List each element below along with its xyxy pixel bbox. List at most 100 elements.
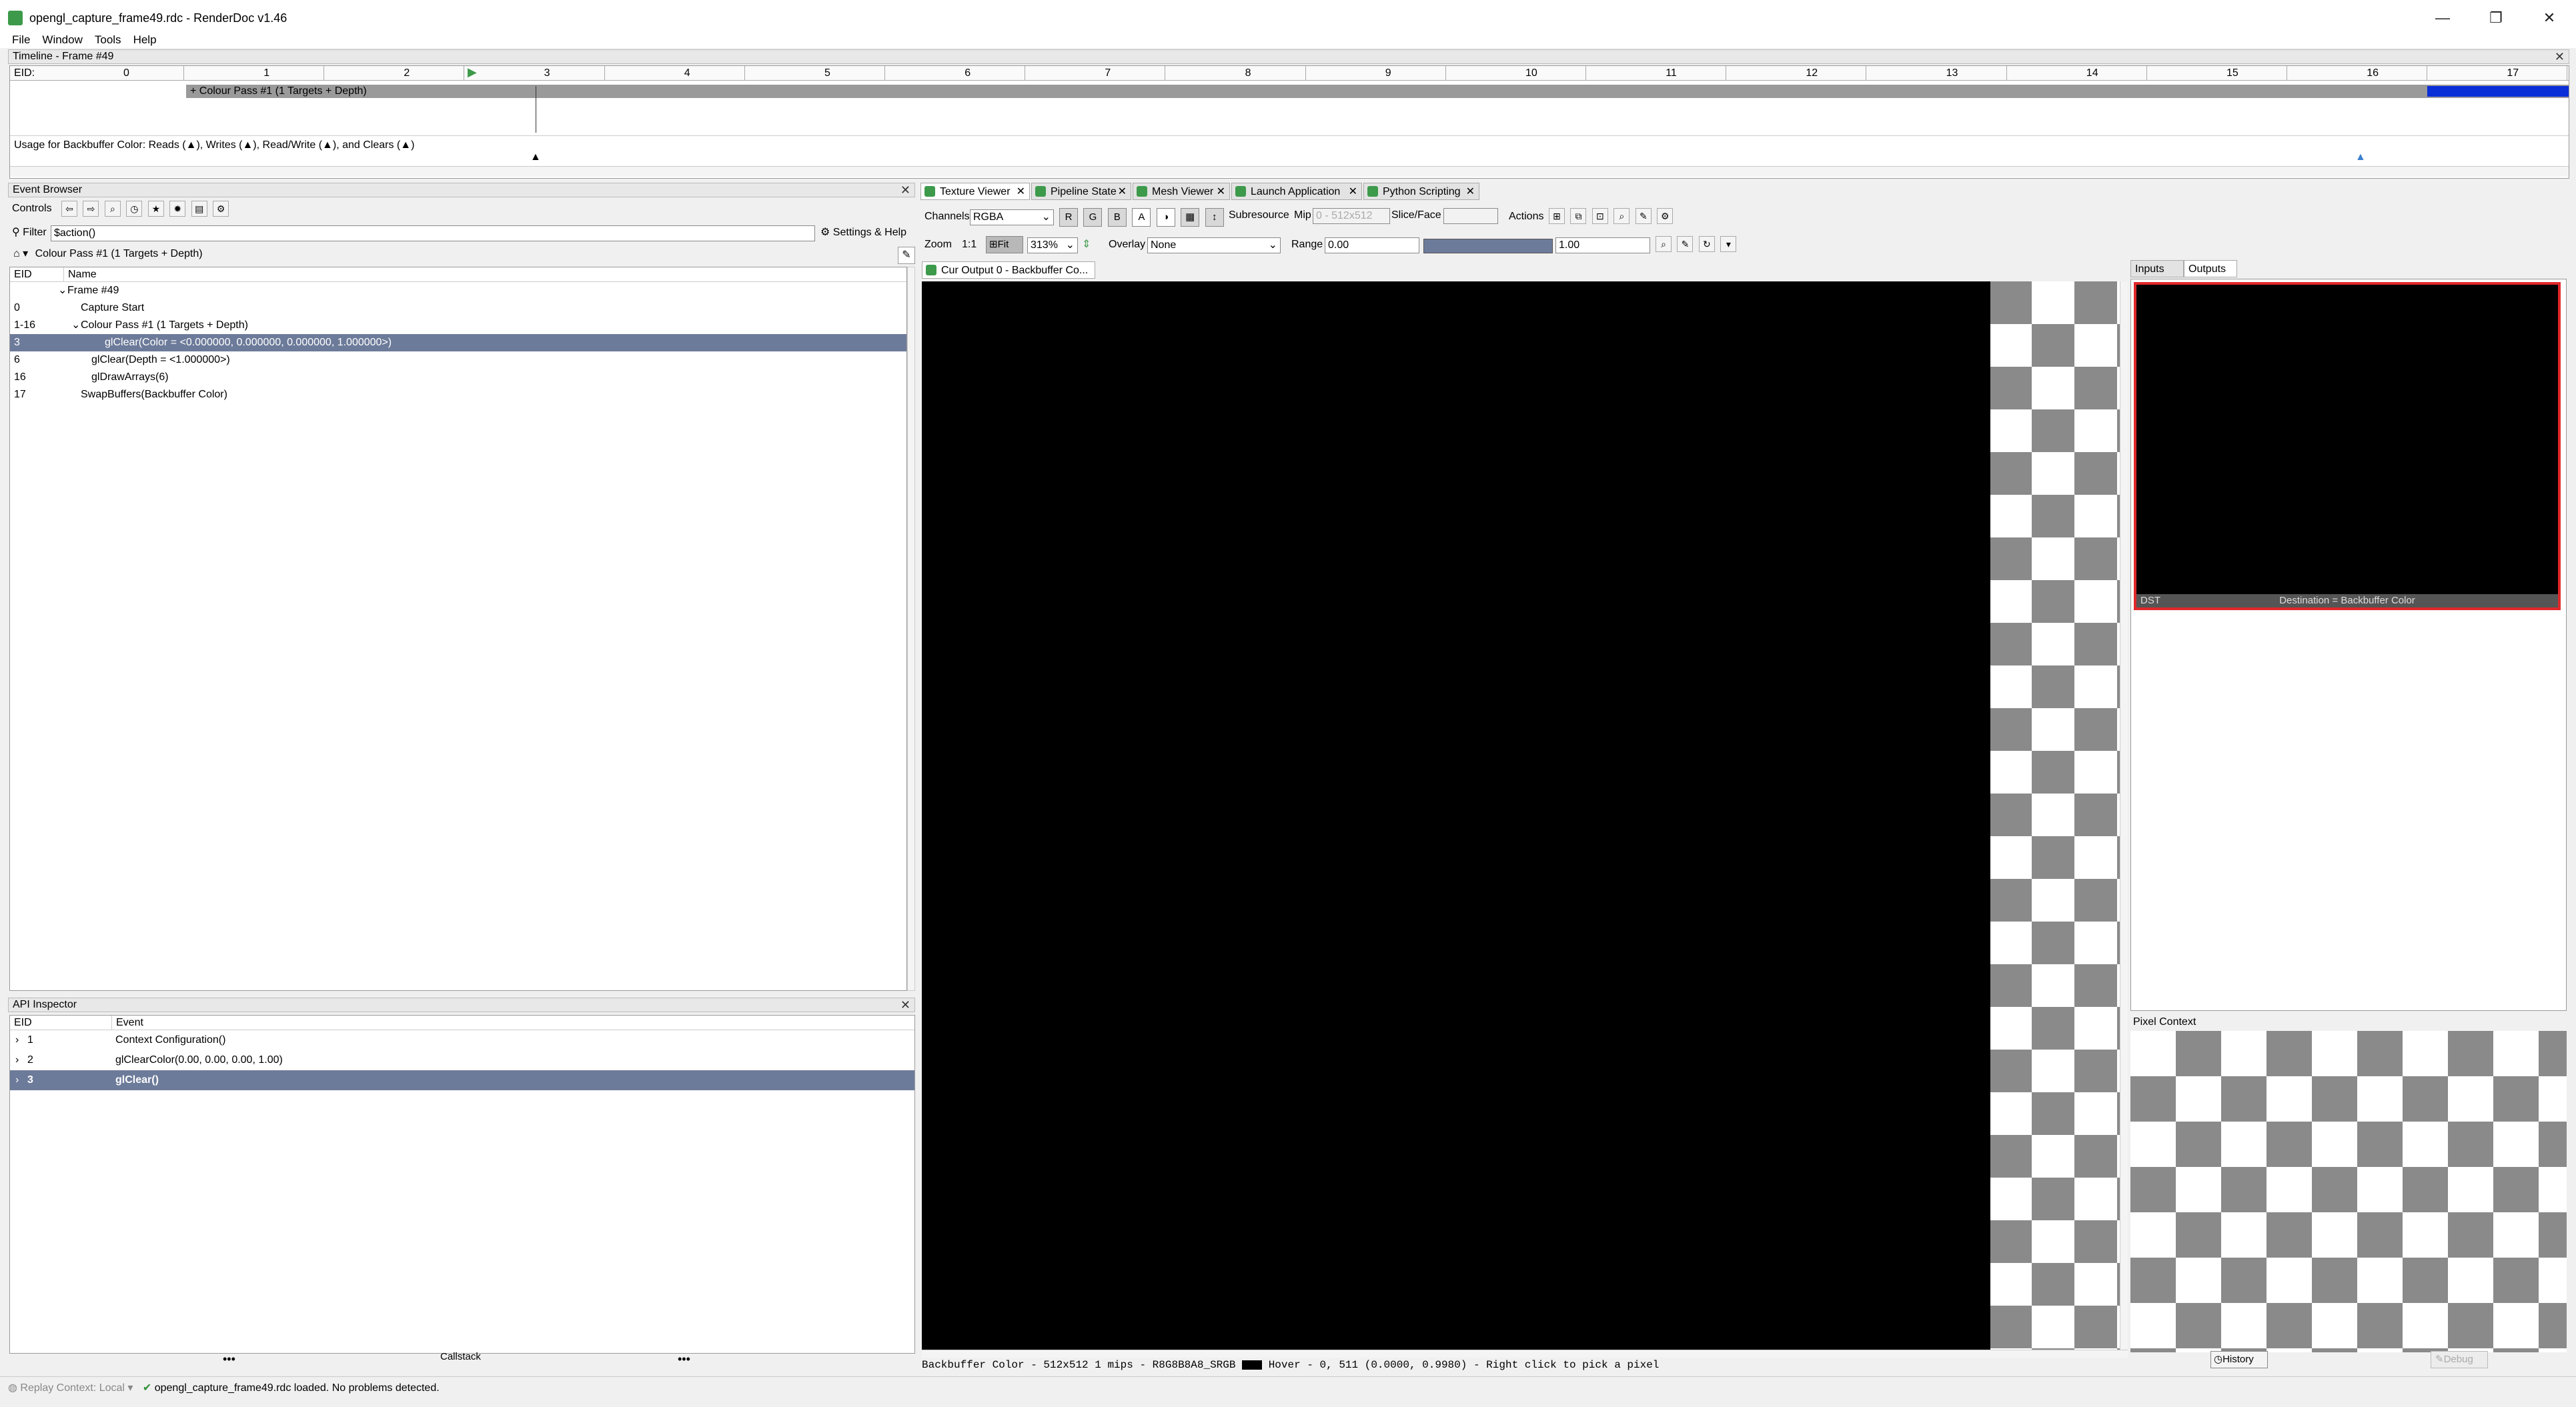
mip-select[interactable]: 0 - 512x512 (1313, 208, 1390, 224)
event-tree-scrollbar[interactable] (907, 267, 915, 991)
breadcrumb-pass[interactable]: Colour Pass #1 (1 Targets + Depth) (35, 248, 203, 259)
close-icon[interactable]: ✕ (1017, 183, 1025, 201)
flip-y-icon[interactable]: ↕ (1205, 208, 1224, 227)
filter-input[interactable]: $action() (51, 225, 815, 241)
timeline-tick[interactable]: 13 (1946, 67, 1958, 79)
close-icon[interactable]: ✕ (1349, 183, 1357, 201)
menu-tools[interactable]: Tools (95, 33, 121, 47)
range-slider[interactable] (1423, 239, 1553, 253)
api-row[interactable]: › 1 Context Configuration() (10, 1030, 914, 1050)
zoom-range-icon[interactable]: ⌕ (1656, 236, 1672, 252)
event-row[interactable]: 17 SwapBuffers(Backbuffer Color) (10, 386, 906, 403)
texture-canvas[interactable] (922, 281, 2120, 1350)
event-row[interactable]: ⌄ Frame #49 (10, 282, 906, 299)
event-row[interactable]: 1-16 ⌄ Colour Pass #1 (1 Targets + Depth) (10, 317, 906, 334)
callstack-dots-right[interactable]: ••• (678, 1352, 690, 1366)
timeline-tick[interactable]: 7 (1105, 67, 1111, 79)
timeline-scrollbar[interactable] (10, 166, 2569, 177)
checkerboard-bg-icon[interactable]: ▦ (1181, 208, 1200, 227)
overlay-select[interactable]: None ⌄ (1147, 237, 1281, 253)
timeline-tick[interactable]: 3 (544, 67, 550, 79)
pick-icon[interactable]: ✎ (1635, 208, 1652, 224)
menu-file[interactable]: File (12, 33, 30, 47)
callstack-dots-left[interactable]: ••• (223, 1352, 235, 1366)
api-col-eid[interactable]: EID (14, 1016, 32, 1030)
tab-python-scripting[interactable]: Python Scripting ✕ (1363, 183, 1479, 200)
texture-hscrollbar[interactable] (922, 1350, 2128, 1358)
tab-outputs[interactable]: Outputs (2184, 260, 2237, 277)
event-row[interactable]: 3 glClear(Color = <0.000000, 0.000000, 0.… (10, 334, 906, 351)
output-thumbnail[interactable]: DST Destination = Backbuffer Color (2134, 282, 2561, 610)
debug-button[interactable]: ✎Debug (2431, 1351, 2488, 1368)
chevron-down-icon[interactable]: ⌄ (71, 317, 80, 334)
col-eid[interactable]: EID (14, 267, 32, 282)
callstack-toggle[interactable]: Callstack (440, 1351, 481, 1362)
timeline-tick[interactable]: 5 (824, 67, 830, 79)
replay-context[interactable]: ◍ Replay Context: Local ▾ (8, 1382, 133, 1394)
channel-a-toggle[interactable]: A (1132, 208, 1151, 227)
menu-window[interactable]: Window (42, 33, 82, 47)
channels-select[interactable]: RGBA ⌄ (970, 209, 1054, 225)
columns-icon[interactable]: ▤ (191, 200, 207, 217)
fit-toggle[interactable]: ⊞Fit (986, 236, 1023, 253)
texture-vscrollbar[interactable] (2120, 281, 2128, 1350)
tab-inputs[interactable]: Inputs (2130, 260, 2184, 277)
tab-launch-application[interactable]: Launch Application ✕ (1231, 183, 1362, 200)
edit-breadcrumb-icon[interactable]: ✎ (898, 247, 915, 264)
timeline-tick[interactable]: 9 (1385, 67, 1391, 79)
range-min-input[interactable]: 0.00 (1325, 237, 1419, 253)
maximize-button[interactable]: ❐ (2469, 0, 2523, 36)
timeline-tick[interactable]: 10 (1525, 67, 1537, 79)
close-icon[interactable]: ✕ (900, 998, 910, 1012)
tab-texture-viewer[interactable]: Texture Viewer ✕ (920, 183, 1030, 200)
goto-eid-icon[interactable]: ◷ (126, 200, 143, 217)
event-row[interactable]: 0 Capture Start (10, 299, 906, 317)
channel-g-toggle[interactable]: G (1083, 208, 1103, 227)
tab-mesh-viewer[interactable]: Mesh Viewer ✕ (1133, 183, 1230, 200)
timeline-tick[interactable]: 4 (684, 67, 690, 79)
api-col-event[interactable]: Event (111, 1016, 143, 1030)
tab-cur-output[interactable]: Cur Output 0 - Backbuffer Co... (922, 261, 1095, 279)
timing-icon[interactable]: ✹ (169, 200, 186, 217)
timeline-tick[interactable]: 1 (263, 67, 269, 79)
zoom-fit-icon[interactable]: ⊞ (1549, 208, 1565, 224)
timeline-tick[interactable]: 15 (2226, 67, 2238, 79)
back-arrow-icon[interactable]: ⇦ (61, 200, 78, 217)
timeline-tick[interactable]: 0 (123, 67, 129, 79)
close-icon[interactable]: ✕ (2555, 50, 2565, 63)
chevron-down-icon[interactable]: ⌄ (58, 282, 67, 299)
history-button[interactable]: ◷History (2210, 1351, 2268, 1368)
close-icon[interactable]: ✕ (1466, 183, 1475, 201)
bookmark-icon[interactable]: ★ (147, 200, 164, 217)
timeline-tick[interactable]: 2 (404, 67, 410, 79)
pixel-grid-icon[interactable]: ⇕ (1082, 237, 1091, 251)
tab-pipeline-state[interactable]: Pipeline State ✕ (1031, 183, 1131, 200)
event-tree[interactable]: EID Name ⌄ Frame #49 0 Capture Start 1-16 ⌄ Co… (9, 267, 907, 991)
slice-face-select[interactable] (1443, 208, 1498, 224)
channel-r-toggle[interactable]: R (1059, 208, 1078, 227)
col-name[interactable]: Name (63, 267, 97, 282)
home-icon[interactable]: ⌂ ▾ (13, 248, 28, 259)
forward-arrow-icon[interactable]: ⇨ (83, 200, 99, 217)
timeline-pass-bar[interactable]: + Colour Pass #1 (1 Targets + Depth) (186, 85, 2569, 98)
range-max-input[interactable]: 1.00 (1555, 237, 1650, 253)
channel-b-toggle[interactable]: B (1107, 208, 1127, 227)
timeline-tick[interactable]: 12 (1806, 67, 1818, 79)
copy-icon[interactable]: ⧉ (1570, 208, 1587, 224)
timeline-selected-event[interactable] (2427, 86, 2569, 97)
zoom-1to1-button[interactable]: 1:1 (962, 236, 977, 253)
backbuffer-texture[interactable] (922, 281, 1990, 1350)
menu-help[interactable]: Help (133, 33, 157, 47)
timeline-panel[interactable]: EID: 0 1 2 3 4 5 6 7 8 9 10 11 12 13 14 15 16 17 + Colour… (9, 65, 2569, 179)
chevron-right-icon[interactable]: › (15, 1070, 19, 1090)
pixel-context-view[interactable] (2130, 1031, 2567, 1352)
histogram-icon[interactable]: ▾ (1720, 236, 1737, 252)
close-icon[interactable]: ✕ (900, 183, 910, 197)
timeline-tick[interactable]: 14 (2086, 67, 2098, 79)
reset-range-icon[interactable]: ↻ (1698, 236, 1715, 252)
close-icon[interactable]: ✕ (1217, 183, 1225, 201)
minimize-button[interactable]: — (2416, 0, 2469, 36)
chevron-right-icon[interactable]: › (15, 1050, 19, 1070)
find-icon[interactable]: ⌕ (104, 200, 121, 217)
timeline-tick[interactable]: 17 (2507, 67, 2519, 79)
